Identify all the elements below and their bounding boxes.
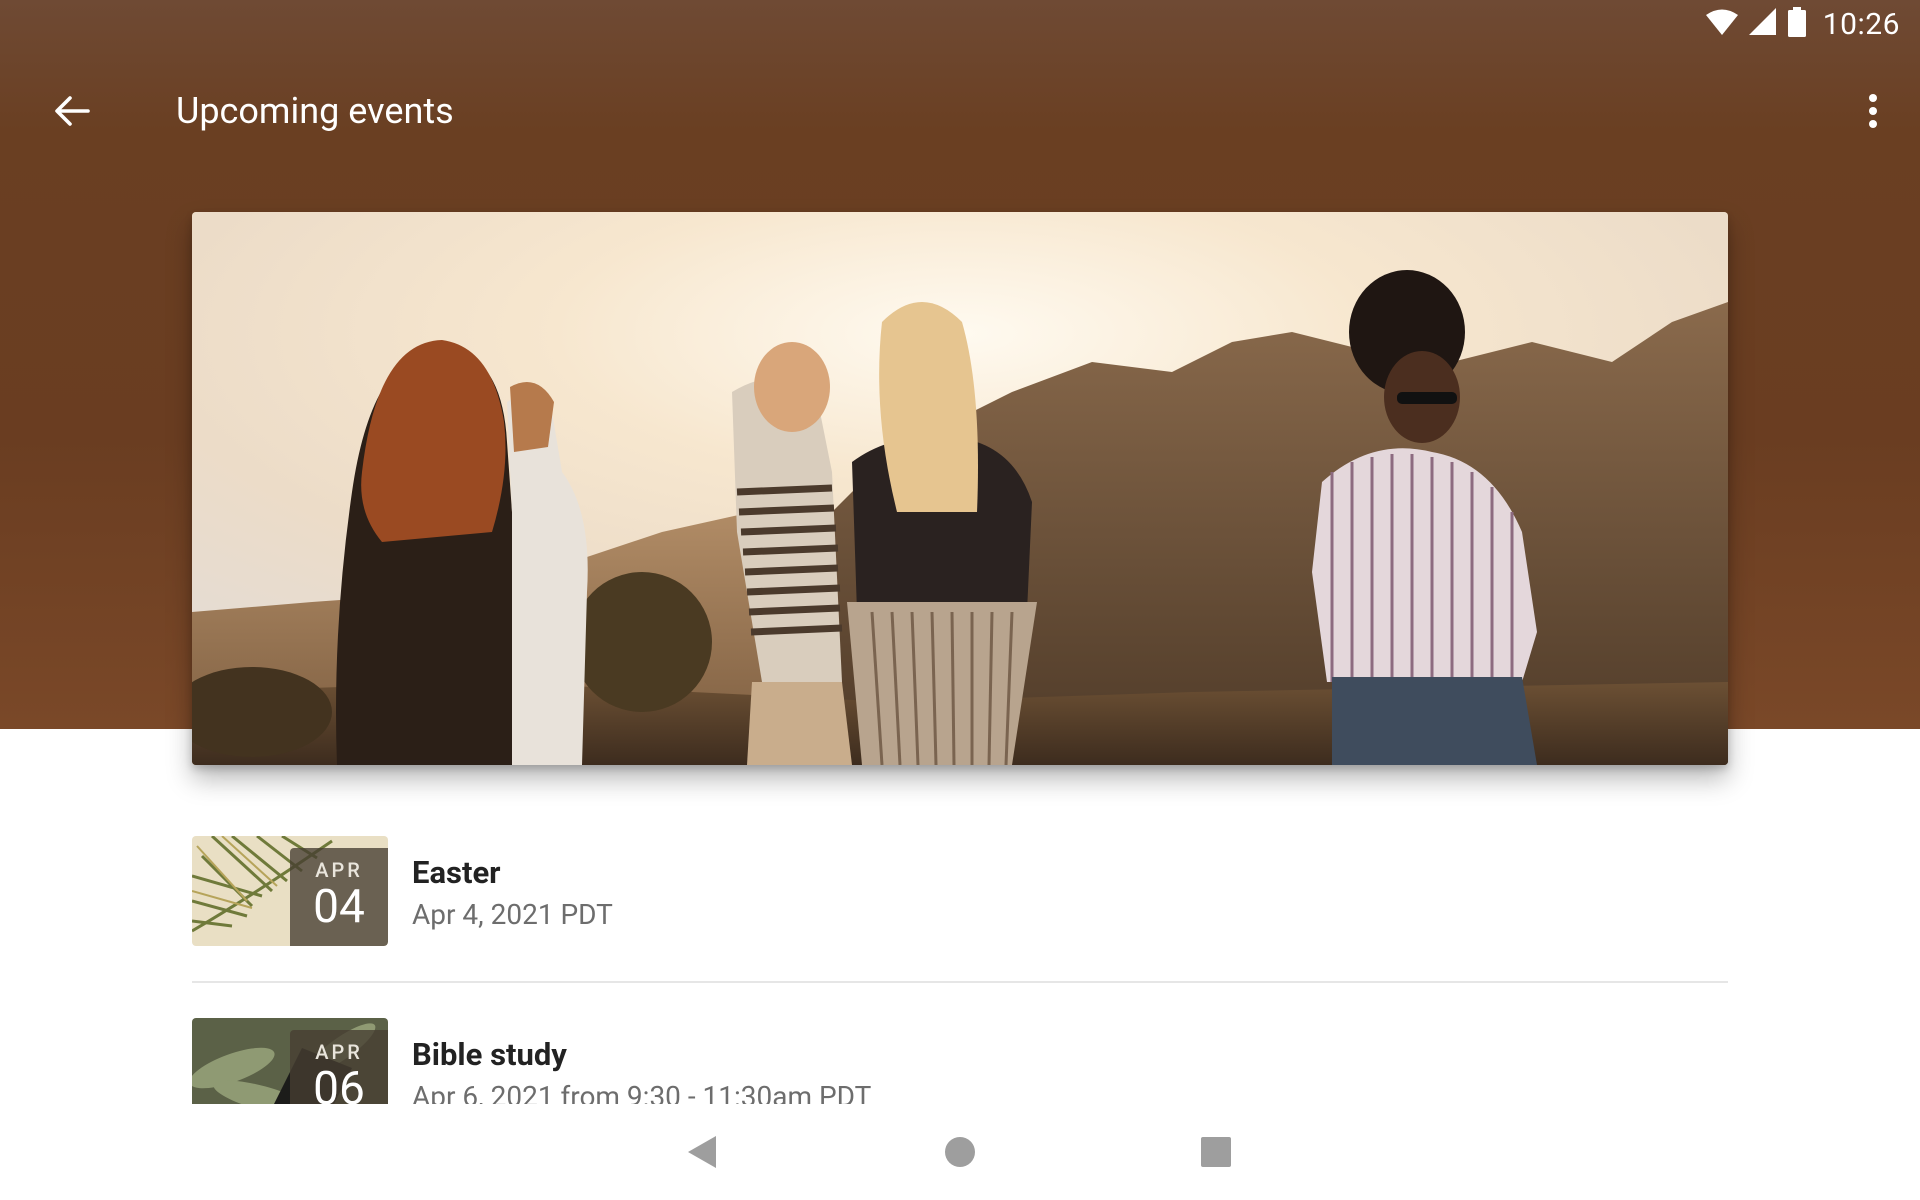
event-list: APR 04 Easter Apr 4, 2021 PDT APR 06 Bib… <box>192 836 1728 1104</box>
date-day: 04 <box>313 880 365 934</box>
date-badge: APR 06 <box>290 1030 388 1104</box>
nav-back-button[interactable] <box>676 1128 728 1180</box>
navigation-bar <box>0 1104 1920 1200</box>
list-viewport: APR 04 Easter Apr 4, 2021 PDT APR 06 Bib… <box>0 0 1920 1104</box>
nav-recents-button[interactable] <box>1190 1128 1242 1180</box>
nav-home-icon <box>944 1136 976 1172</box>
nav-back-icon <box>686 1134 718 1174</box>
event-thumbnail: APR 04 <box>192 836 388 946</box>
list-item[interactable]: APR 04 Easter Apr 4, 2021 PDT <box>192 836 1728 1018</box>
date-day: 06 <box>313 1062 365 1104</box>
event-date: Apr 6, 2021 from 9:30 - 11:30am PDT <box>412 1080 872 1104</box>
screen: 10:26 Upcoming events APR 04 Easter Apr … <box>0 0 1920 1200</box>
date-month: APR <box>315 1040 363 1064</box>
event-title: Bible study <box>412 1036 567 1073</box>
date-month: APR <box>315 858 363 882</box>
date-badge: APR 04 <box>290 848 388 946</box>
nav-home-button[interactable] <box>934 1128 986 1180</box>
nav-recents-icon <box>1201 1137 1231 1171</box>
divider <box>192 981 1728 983</box>
event-title: Easter <box>412 854 501 891</box>
list-item[interactable]: APR 06 Bible study Apr 6, 2021 from 9:30… <box>192 1018 1728 1104</box>
event-thumbnail: APR 06 <box>192 1018 388 1104</box>
event-date: Apr 4, 2021 PDT <box>412 898 613 931</box>
